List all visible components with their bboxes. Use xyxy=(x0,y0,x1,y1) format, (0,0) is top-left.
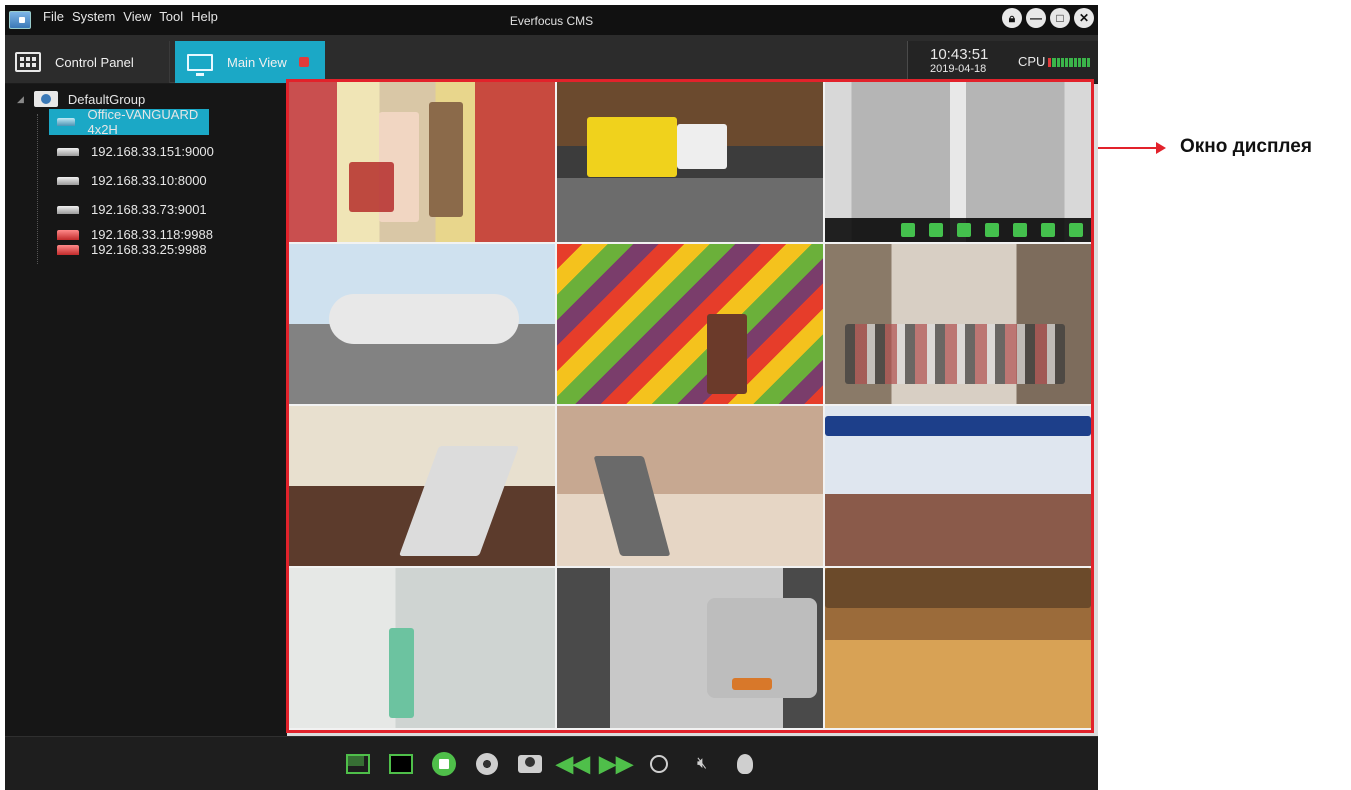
collapse-icon[interactable]: ◢ xyxy=(17,94,24,105)
loop-icon[interactable] xyxy=(645,750,673,778)
device-item[interactable]: 192.168.33.10:8000 xyxy=(57,173,207,188)
rewind-icon[interactable]: ◀◀ xyxy=(556,750,590,778)
annotation-arrow xyxy=(1098,142,1166,154)
device-item[interactable]: 192.168.33.118:9988 xyxy=(57,227,213,242)
dvr-icon xyxy=(57,205,79,214)
monitor-icon xyxy=(187,53,213,76)
light-icon[interactable] xyxy=(731,750,759,778)
group-label: DefaultGroup xyxy=(67,91,146,107)
window-title: Everfocus CMS xyxy=(509,14,594,28)
cpu-meter xyxy=(1048,58,1090,67)
control-panel-icon xyxy=(15,52,41,72)
dvr-icon xyxy=(57,147,79,156)
device-label: 192.168.33.10:8000 xyxy=(91,173,207,188)
tab-label: Main View xyxy=(227,54,287,70)
device-tree: ◢ DefaultGroup Office-VANGUARD 4x2H 192.… xyxy=(5,84,287,736)
device-item-selected[interactable]: Office-VANGUARD 4x2H xyxy=(49,107,209,137)
title-bar: File System View Tool Help Everfocus CMS… xyxy=(5,5,1098,35)
dvr-offline-icon xyxy=(57,244,79,255)
playback-toolbar: ◀◀ ▶▶ 🔇︎ xyxy=(5,736,1098,790)
clock-date: 2019-04-18 xyxy=(930,63,987,75)
device-item[interactable]: 192.168.33.73:9001 xyxy=(57,202,207,217)
clock-time: 10:43:51 xyxy=(930,46,989,63)
dvr-online-icon xyxy=(57,118,76,126)
status-panel: 10:43:51 2019-04-18 CPU xyxy=(907,41,1098,83)
device-item[interactable]: 192.168.33.151:9000 xyxy=(57,144,214,159)
cpu-label: CPU xyxy=(1018,54,1046,69)
lock-icon[interactable]: 🔒︎ xyxy=(1002,8,1022,28)
tree-group-default[interactable]: ◢ DefaultGroup xyxy=(17,91,145,107)
fullscreen-icon[interactable] xyxy=(344,750,372,778)
device-label: 192.168.33.25:9988 xyxy=(91,242,207,257)
device-item[interactable]: 192.168.33.25:9988 xyxy=(57,242,207,257)
tab-main-view[interactable]: Main View xyxy=(175,41,325,83)
device-label: 192.168.33.118:9988 xyxy=(91,227,213,242)
snapshot-icon[interactable] xyxy=(516,750,544,778)
mute-icon[interactable]: 🔇︎ xyxy=(688,750,716,778)
device-label: 192.168.33.73:9001 xyxy=(91,202,207,217)
tab-bar: Control Panel Main View 10:43:51 2019-04… xyxy=(5,35,1098,83)
window-controls: 🔒︎ — □ ✕ xyxy=(1002,8,1094,28)
dvr-offline-icon xyxy=(57,229,79,240)
stop-icon[interactable] xyxy=(430,750,458,778)
device-label: 192.168.33.151:9000 xyxy=(91,144,214,159)
single-view-icon[interactable] xyxy=(387,750,415,778)
tab-close-icon[interactable] xyxy=(298,57,309,67)
camera-group-icon xyxy=(33,91,58,107)
device-label: Office-VANGUARD 4x2H xyxy=(87,107,199,137)
dvr-icon xyxy=(57,176,79,185)
display-window-highlight xyxy=(286,79,1094,733)
annotation-label: Окно дисплея xyxy=(1180,136,1312,157)
tab-control-panel[interactable]: Control Panel xyxy=(5,41,170,83)
fast-forward-icon[interactable]: ▶▶ xyxy=(599,750,633,778)
close-icon[interactable]: ✕ xyxy=(1074,8,1094,28)
maximize-icon[interactable]: □ xyxy=(1050,8,1070,28)
minimize-icon[interactable]: — xyxy=(1026,8,1046,28)
tab-label: Control Panel xyxy=(55,54,134,70)
record-icon[interactable] xyxy=(473,750,501,778)
